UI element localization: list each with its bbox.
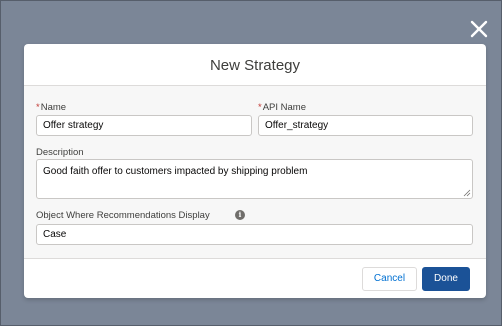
modal-body: *Name Offer strategy *API Name Offer_str… [24, 86, 486, 259]
close-button[interactable] [467, 17, 491, 41]
modal-header: New Strategy [24, 44, 486, 86]
object-label: Object Where Recommendations Display [36, 210, 210, 221]
close-icon [470, 20, 488, 38]
info-icon[interactable]: i [235, 210, 245, 220]
cancel-button[interactable]: Cancel [362, 267, 417, 291]
object-input[interactable]: Case [36, 224, 473, 245]
new-strategy-modal: New Strategy *Name Offer strategy *API N… [24, 44, 486, 298]
name-label-text: Name [40, 102, 67, 113]
api-name-required-marker: * [258, 102, 262, 113]
description-textarea[interactable]: Good faith offer to customers impacted b… [36, 159, 473, 199]
name-input[interactable]: Offer strategy [36, 115, 252, 136]
modal-backdrop: New Strategy *Name Offer strategy *API N… [0, 0, 502, 326]
resize-grip-icon[interactable] [463, 189, 471, 197]
done-button[interactable]: Done [422, 267, 470, 291]
api-name-label-text: API Name [262, 102, 306, 113]
description-label: Description [36, 147, 84, 158]
modal-footer: Cancel Done [24, 259, 486, 298]
name-required-marker: * [36, 102, 40, 113]
api-name-label: *API Name [258, 102, 306, 113]
api-name-input[interactable]: Offer_strategy [258, 115, 473, 136]
description-text: Good faith offer to customers impacted b… [43, 166, 308, 177]
name-label: *Name [36, 102, 66, 113]
modal-title: New Strategy [209, 57, 301, 74]
